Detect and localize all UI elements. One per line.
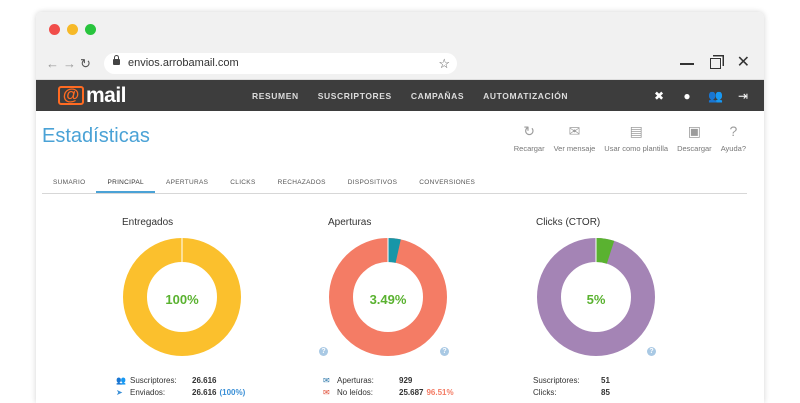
stat-row: Clicks: 85 (533, 386, 610, 398)
stat-value: 85 (601, 387, 610, 397)
users-icon: 👥 (116, 375, 126, 385)
tab-conversiones[interactable]: CONVERSIONES (408, 173, 486, 193)
logout-icon[interactable]: ⇥ (736, 89, 750, 103)
download-button[interactable]: ▣ Descargar (677, 123, 712, 153)
stat-value: 25.687 (399, 387, 424, 397)
main-nav: RESUMEN SUSCRIPTORES CAMPAÑAS AUTOMATIZA… (252, 80, 568, 111)
nav-resumen[interactable]: RESUMEN (252, 91, 299, 101)
window-titlebar (36, 12, 764, 48)
card-title: Clicks (CTOR) (536, 217, 601, 228)
stat-row: ✉ Aperturas: 929 (323, 374, 454, 386)
tab-dispositivos[interactable]: DISPOSITIVOS (337, 173, 408, 193)
header-icons: ✖ ● 👥 ⇥ (652, 80, 750, 111)
stat-value: 26.616 (192, 387, 217, 397)
use-as-template-label: Usar como plantilla (604, 144, 669, 153)
close-window-button[interactable] (49, 24, 60, 35)
nav-suscriptores[interactable]: SUSCRIPTORES (318, 91, 392, 101)
page-title: Estadísticas (42, 125, 150, 147)
logo-at-icon: @ (58, 86, 84, 105)
tools-icon[interactable]: ✖ (652, 89, 666, 103)
help-icon[interactable]: ? (647, 347, 656, 356)
url-field[interactable]: envios.arrobamail.com ☆ (104, 53, 457, 74)
paper-plane-icon: ➤ (116, 387, 123, 397)
back-arrow-icon[interactable]: ← (46, 56, 63, 71)
stat-label: Clicks: (533, 387, 557, 397)
stat-value: 51 (601, 375, 610, 385)
users-icon[interactable]: 👥 (708, 89, 723, 103)
stat-label: Aperturas: (337, 375, 374, 385)
tab-rechazados[interactable]: RECHAZADOS (267, 173, 337, 193)
reload-icon[interactable]: ↻ (80, 56, 95, 71)
maximize-window-button[interactable] (85, 24, 96, 35)
help-icon: ? (729, 123, 738, 139)
forward-arrow-icon[interactable]: → (63, 56, 80, 71)
card-title: Entregados (122, 217, 174, 228)
lock-icon (113, 55, 120, 65)
stat-label: No leídos: (337, 387, 374, 397)
tab-principal[interactable]: PRINCIPAL (96, 173, 155, 193)
stats-aperturas: ✉ Aperturas: 929 ✉ No leídos: 25.687 96.… (323, 374, 454, 398)
bookmark-star-icon[interactable]: ☆ (438, 53, 450, 74)
window-controls: ✕ (679, 54, 750, 72)
minimize-icon[interactable] (679, 63, 694, 65)
nav-automatizacion[interactable]: AUTOMATIZACIÓN (483, 91, 568, 101)
address-bar-row: ←→↻ envios.arrobamail.com ☆ ✕ (36, 48, 764, 80)
download-label: Descargar (677, 144, 712, 153)
tab-sumario[interactable]: SUMARIO (42, 173, 96, 193)
stat-value: 26.616 (192, 375, 217, 385)
use-as-template-button[interactable]: ▤ Usar como plantilla (604, 123, 668, 153)
reload-icon: ↻ (523, 123, 536, 139)
arrobamail-logo[interactable]: @ mail (58, 83, 127, 108)
unread-envelope-icon: ✉ (323, 387, 330, 397)
reload-label: Recargar (513, 144, 545, 153)
stat-row: Suscriptores: 51 (533, 374, 610, 386)
stat-row: ✉ No leídos: 25.687 96.51% (323, 386, 454, 398)
reload-button[interactable]: ↻ Recargar (514, 123, 545, 153)
donut-center-value: 3.49% (369, 292, 407, 307)
help-icon[interactable]: ? (440, 347, 449, 356)
stat-label: Enviados: (130, 387, 166, 397)
stat-label: Suscriptores: (130, 375, 177, 385)
stats-entregados: 👥 Suscriptores: 26.616 ➤ Enviados: 26.61… (116, 374, 245, 398)
stat-extra: 96.51% (426, 387, 454, 397)
help-icon[interactable]: ? (319, 347, 328, 356)
stat-row: 👥 Suscriptores: 26.616 (116, 374, 245, 386)
donut-center-value: 100% (165, 292, 199, 307)
stats-tabs: SUMARIO PRINCIPAL APERTURAS CLICKS RECHA… (42, 173, 747, 194)
card-title: Aperturas (328, 217, 372, 228)
donut-center-value: 5% (586, 292, 606, 307)
pdf-icon: ▣ (687, 123, 701, 139)
view-message-label: Ver mensaje (553, 144, 596, 153)
stat-extra: (100%) (219, 387, 246, 397)
logo-word: mail (86, 83, 127, 107)
envelope-icon: ✉ (568, 123, 581, 139)
stat-row: ➤ Enviados: 26.616 (100%) (116, 386, 245, 398)
toolbar-actions: ↻ Recargar ✉ Ver mensaje ▤ Usar como pla… (514, 123, 746, 153)
document-icon: ▤ (629, 123, 643, 139)
nav-campanas[interactable]: CAMPAÑAS (411, 91, 464, 101)
app-header: @ mail RESUMEN SUSCRIPTORES CAMPAÑAS AUT… (36, 80, 764, 111)
tab-clicks[interactable]: CLICKS (219, 173, 266, 193)
help-label: Ayuda? (720, 144, 746, 153)
help-button[interactable]: ? Ayuda? (721, 123, 746, 153)
stat-label: Suscriptores: (533, 375, 580, 385)
stat-value: 929 (399, 375, 413, 385)
stats-clicks: Suscriptores: 51 Clicks: 85 (533, 374, 610, 398)
open-envelope-icon: ✉ (323, 375, 330, 385)
url-text: envios.arrobamail.com (128, 57, 239, 69)
minimize-window-button[interactable] (67, 24, 78, 35)
browser-window: ←→↻ envios.arrobamail.com ☆ ✕ @ mail RES… (36, 12, 764, 403)
restore-icon[interactable] (709, 58, 721, 69)
view-message-button[interactable]: ✉ Ver mensaje (554, 123, 596, 153)
account-icon[interactable]: ● (680, 89, 694, 103)
close-icon[interactable]: ✕ (737, 54, 750, 72)
tab-aperturas[interactable]: APERTURAS (155, 173, 219, 193)
browser-nav: ←→↻ (46, 56, 95, 72)
